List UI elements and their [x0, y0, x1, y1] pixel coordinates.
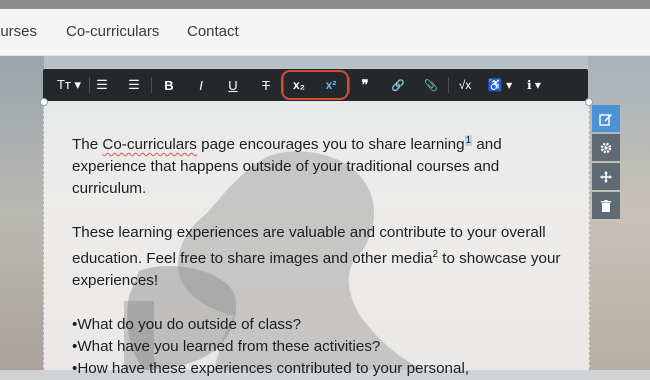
top-bar — [0, 0, 650, 9]
paragraph-valuable: These learning experiences are valuable … — [72, 222, 572, 292]
bullet-item: •What have you learned from these activi… — [72, 338, 381, 356]
numbered-list-button[interactable]: ☰ — [123, 69, 145, 101]
toolbar-separator — [89, 77, 90, 93]
nav-link-courses[interactable]: ourses — [0, 23, 37, 40]
bullet-list-button[interactable]: ☰ — [91, 69, 113, 101]
info-button[interactable]: ℹ ▾ — [521, 69, 547, 101]
editor-content[interactable]: The Co-curriculars page encourages you t… — [72, 130, 572, 380]
nav-link-co-curriculars[interactable]: Co-curriculars — [66, 23, 159, 40]
accessibility-button[interactable]: ♿ ▾ — [485, 69, 515, 101]
move-icon[interactable] — [592, 163, 620, 190]
italic-button[interactable]: I — [190, 69, 212, 101]
background-left-strip — [0, 56, 44, 370]
co-curriculars-link-text: Co-curriculars — [102, 136, 197, 154]
bullet-item: •How have these experiences contributed … — [72, 360, 470, 378]
script-buttons-highlight — [281, 70, 349, 100]
edit-icon[interactable] — [592, 105, 620, 132]
bullet-item: •What do you do outside of class? — [72, 316, 302, 334]
text-run: page encourages you to share learning — [196, 136, 465, 154]
underline-button[interactable]: U — [222, 69, 244, 101]
nav-link-contact[interactable]: Contact — [187, 23, 239, 40]
link-button[interactable]: 🔗 — [387, 69, 409, 101]
toolbar-separator — [349, 77, 350, 93]
block-tools — [592, 105, 624, 221]
toolbar-separator — [151, 77, 152, 93]
math-button[interactable]: √x — [453, 69, 477, 101]
text-style-button[interactable]: Tт ▾ — [51, 69, 87, 101]
gear-icon[interactable] — [592, 134, 620, 161]
text-run: The — [72, 136, 103, 154]
selected-superscript[interactable]: 1 — [464, 135, 473, 146]
bold-button[interactable]: B — [158, 69, 180, 101]
paragraph-intro: The Co-curriculars page encourages you t… — [72, 130, 572, 200]
strikethrough-button[interactable]: T — [255, 69, 277, 101]
trash-icon[interactable] — [592, 192, 620, 219]
quote-button[interactable]: ❞ — [354, 69, 376, 101]
toolbar-separator — [448, 77, 449, 93]
attach-button[interactable]: 📎 — [420, 69, 442, 101]
resize-handle[interactable] — [40, 98, 48, 106]
site-nav: ourses Co-curriculars Contact — [0, 9, 650, 56]
